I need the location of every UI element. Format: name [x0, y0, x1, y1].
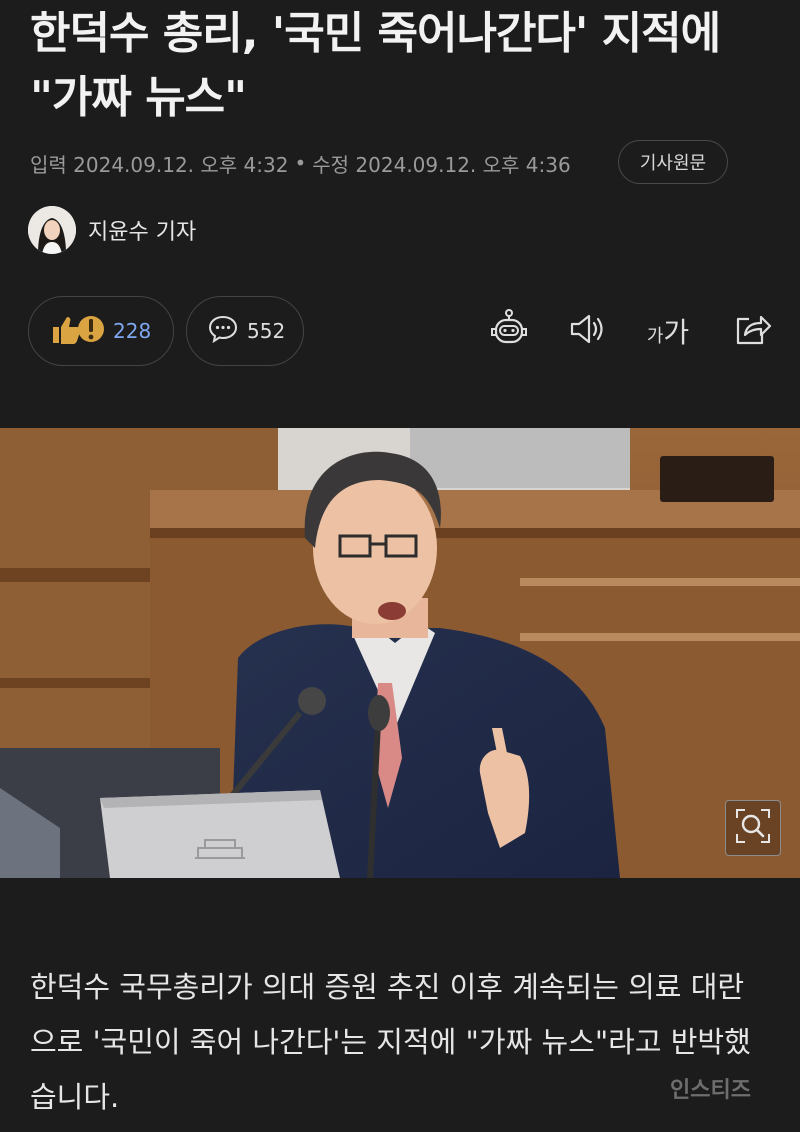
reaction-count: 228: [113, 319, 152, 343]
site-watermark: 인스티즈: [670, 1078, 751, 1103]
published-time: 입력 2024.09.12. 오후 4:32: [30, 152, 289, 177]
article-photo: [0, 428, 800, 878]
article-body: 한덕수 국무총리가 의대 증원 추진 이후 계속되는 의료 대란으로 '국민이 …: [30, 970, 751, 1114]
article-meta: 입력 2024.09.12. 오후 4:32 • 수정 2024.09.12. …: [30, 148, 571, 178]
original-article-button[interactable]: 기사원문: [618, 140, 728, 184]
author-avatar: [28, 206, 76, 254]
zoom-search-icon: [733, 806, 773, 850]
author-info[interactable]: 지윤수 기자: [28, 206, 196, 254]
font-size-button[interactable]: 가 가: [640, 308, 696, 354]
photo-illustration: [0, 428, 800, 878]
font-size-small-label: 가: [646, 326, 664, 347]
speaker-icon: [565, 307, 609, 355]
modified-time: 수정 2024.09.12. 오후 4:36: [312, 152, 571, 177]
reaction-button[interactable]: 228: [28, 296, 174, 366]
share-button[interactable]: [728, 308, 774, 354]
font-size-icon: 가 가: [647, 311, 689, 351]
font-size-large-label: 가: [663, 316, 690, 349]
thumbs-up-exclaim-icon: [49, 311, 105, 351]
comment-button[interactable]: 552: [186, 296, 304, 366]
article-headline: 한덕수 총리, '국민 죽어나간다' 지적에 "가짜 뉴스": [30, 8, 721, 123]
listen-button[interactable]: [564, 308, 610, 354]
photo-zoom-button[interactable]: [725, 800, 781, 856]
ai-summary-button[interactable]: [486, 308, 532, 354]
robot-icon: [487, 307, 531, 355]
speech-bubble-icon: [207, 314, 239, 348]
meta-separator: •: [294, 151, 307, 175]
author-name: 지윤수 기자: [88, 220, 197, 245]
share-icon: [729, 307, 773, 355]
comment-count: 552: [247, 319, 286, 343]
